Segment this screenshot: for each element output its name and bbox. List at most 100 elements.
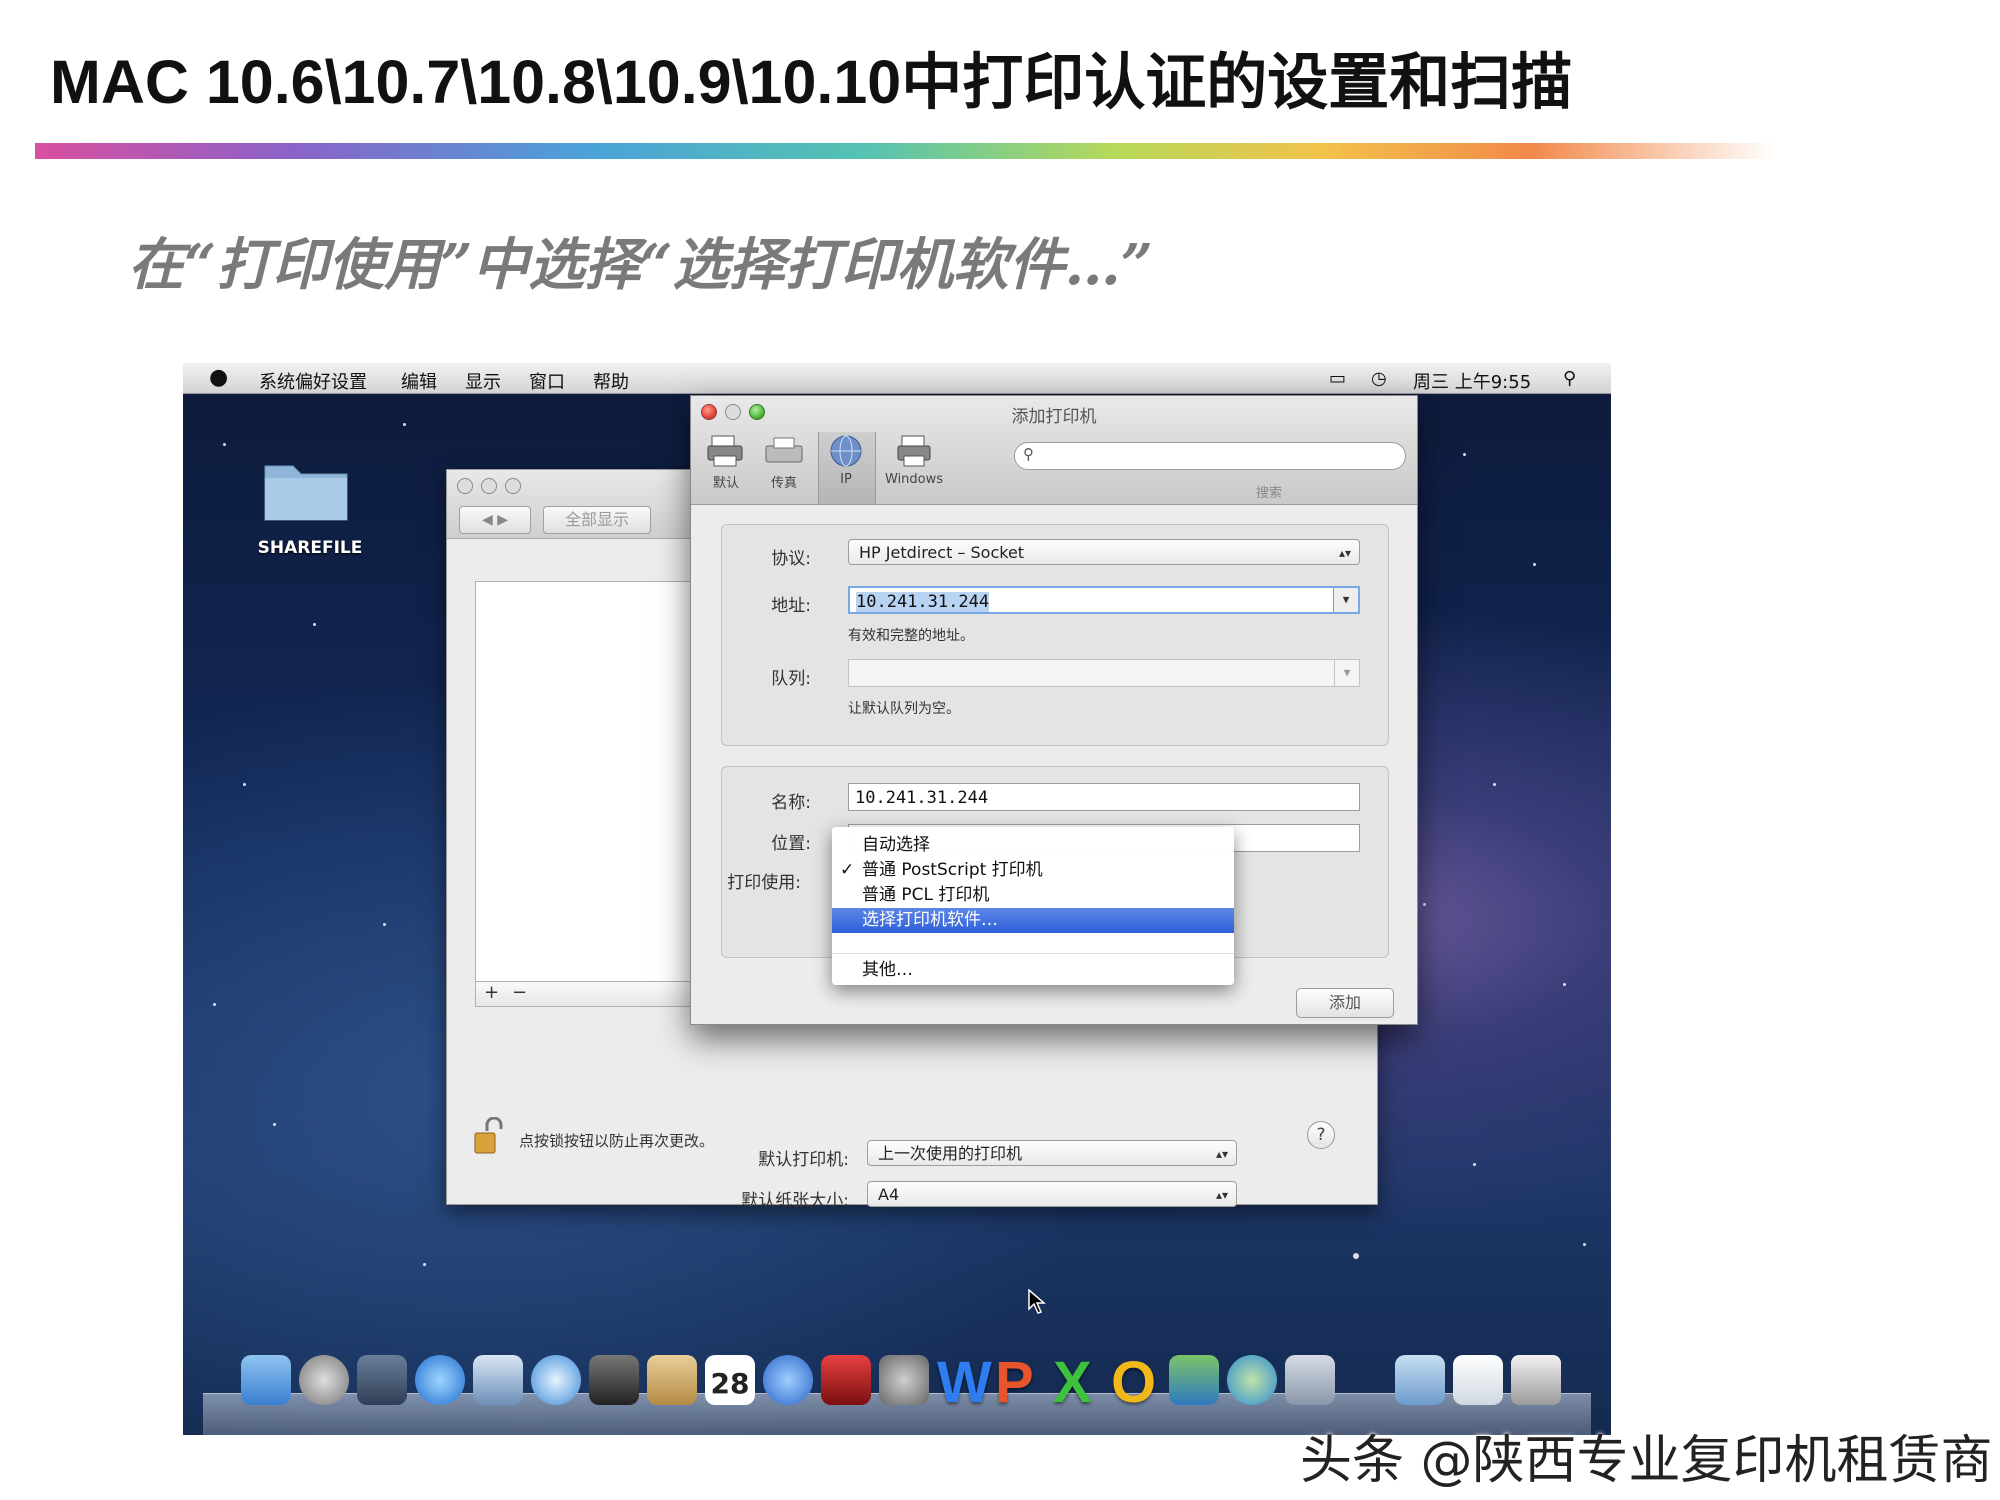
preview-icon[interactable]	[473, 1355, 523, 1405]
mission-control-icon[interactable]	[357, 1355, 407, 1405]
queue-history-button[interactable]: ▼	[1334, 660, 1359, 686]
name-field[interactable]: 10.241.31.244	[848, 783, 1360, 811]
menu-edit[interactable]: 编辑	[401, 368, 437, 394]
checkmark-icon: ✓	[840, 860, 855, 880]
powerpoint-icon[interactable]: P	[995, 1349, 1034, 1416]
apple-menu-icon[interactable]: ●	[209, 365, 228, 390]
slide-title: MAC 10.6\10.7\10.8\10.9\10.10中打印认证的设置和扫描	[50, 48, 1573, 116]
watermark: 头条 @陕西专业复印机租赁商	[1300, 1431, 1993, 1491]
remove-printer-button[interactable]: −	[512, 982, 527, 1003]
time-machine-icon[interactable]: ◷	[1371, 368, 1387, 389]
lock-text: 点按锁按钮以防止再次更改。	[519, 1132, 715, 1150]
protocol-value: HP Jetdirect – Socket	[859, 543, 1025, 562]
address-history-button[interactable]: ▼	[1333, 588, 1358, 612]
close-button[interactable]	[701, 404, 717, 420]
messenger-icon[interactable]	[1169, 1355, 1219, 1405]
queue-field[interactable]: ▼	[848, 659, 1360, 687]
menu-window[interactable]: 窗口	[529, 368, 565, 394]
updown-arrows-icon: ▴▾	[1215, 1188, 1228, 1202]
protocol-label: 协议:	[771, 549, 811, 569]
protocol-popup[interactable]: HP Jetdirect – Socket ▴▾	[848, 539, 1360, 565]
globe-icon	[830, 435, 862, 467]
menu-bar: ● 系统偏好设置 编辑 显示 窗口 帮助 ▭ ◷ 周三 上午9:55 ⚲	[183, 363, 1611, 394]
printer-icon	[707, 435, 743, 467]
address-hint: 有效和完整的地址。	[848, 628, 974, 644]
dialog-toolbar: 添加打印机 默认 传真 IP Windows ⚲ 搜索	[691, 396, 1417, 505]
toolbar-ip-label: IP	[840, 472, 852, 487]
toolbar-windows-label: Windows	[884, 472, 944, 487]
menu-help[interactable]: 帮助	[593, 368, 629, 394]
add-printer-button[interactable]: +	[484, 982, 499, 1003]
outlook-icon[interactable]: O	[1111, 1349, 1156, 1416]
search-label: 搜索	[1255, 486, 1282, 501]
trash-icon[interactable]	[1511, 1355, 1561, 1405]
toolbar-fax-button[interactable]: 传真	[759, 434, 809, 491]
toolbar-ip-button[interactable]: IP	[821, 434, 871, 487]
menu-option-select-software[interactable]: 选择打印机软件…	[832, 908, 1234, 933]
itunes-icon[interactable]	[763, 1355, 813, 1405]
windows-printer-icon	[897, 435, 931, 467]
launchpad-icon[interactable]	[299, 1355, 349, 1405]
help-button[interactable]: ?	[1307, 1121, 1335, 1149]
excel-icon[interactable]: X	[1053, 1349, 1092, 1416]
lock-icon[interactable]	[473, 1117, 505, 1155]
zoom-button[interactable]	[749, 404, 765, 420]
back-forward-buttons[interactable]: ◀ ▶	[459, 506, 531, 534]
slide-subtitle: 在“打印使用”中选择“选择打印机软件…”	[128, 232, 1153, 298]
minimize-button[interactable]	[481, 478, 497, 494]
display-icon[interactable]: ▭	[1329, 368, 1346, 389]
folder-icon[interactable]	[261, 456, 351, 524]
menu-option-auto[interactable]: 自动选择	[832, 833, 1234, 858]
menu-separator	[832, 953, 1234, 954]
dialog-title: 添加打印机	[1011, 407, 1097, 427]
address-label: 地址:	[771, 596, 811, 616]
queue-label: 队列:	[771, 669, 811, 689]
use-label: 打印使用:	[727, 873, 801, 893]
rainbow-divider	[35, 143, 1775, 159]
toolbar-default-label: 默认	[712, 476, 739, 491]
menu-clock[interactable]: 周三 上午9:55	[1413, 368, 1531, 394]
toolbar-default-button[interactable]: 默认	[701, 434, 751, 491]
finder-icon[interactable]	[241, 1355, 291, 1405]
photo-booth-icon[interactable]	[821, 1355, 871, 1405]
download-icon[interactable]	[1227, 1355, 1277, 1405]
menu-view[interactable]: 显示	[465, 368, 501, 394]
mac-screenshot: ● 系统偏好设置 编辑 显示 窗口 帮助 ▭ ◷ 周三 上午9:55 ⚲ SHA…	[183, 363, 1611, 1435]
facetime-icon[interactable]	[589, 1355, 639, 1405]
close-button[interactable]	[457, 478, 473, 494]
menu-option-other[interactable]: 其他…	[832, 958, 1234, 983]
name-value: 10.241.31.244	[855, 788, 989, 808]
menu-option-pcl[interactable]: 普通 PCL 打印机	[832, 883, 1234, 908]
add-printer-dialog: 添加打印机 默认 传真 IP Windows ⚲ 搜索 协议: HP Jetdi…	[690, 395, 1418, 1025]
search-icon: ⚲	[1023, 445, 1034, 463]
toolbar-windows-button[interactable]: Windows	[879, 434, 949, 487]
applications-folder-icon[interactable]	[1395, 1355, 1445, 1405]
word-icon[interactable]: W	[937, 1349, 992, 1416]
show-all-button[interactable]: 全部显示	[543, 506, 651, 534]
documents-icon[interactable]	[1453, 1355, 1503, 1405]
menu-option-postscript[interactable]: ✓ 普通 PostScript 打印机	[832, 858, 1234, 883]
app-store-icon[interactable]	[415, 1355, 465, 1405]
zoom-button[interactable]	[505, 478, 521, 494]
spotlight-icon[interactable]: ⚲	[1563, 368, 1576, 389]
queue-hint: 让默认队列为空。	[848, 701, 960, 717]
address-field[interactable]: 10.241.31.244 ▼	[848, 586, 1360, 614]
default-printer-popup[interactable]: 上一次使用的打印机 ▴▾	[867, 1140, 1237, 1166]
contacts-icon[interactable]	[647, 1355, 697, 1405]
default-paper-popup[interactable]: A4 ▴▾	[867, 1181, 1237, 1207]
default-paper-value: A4	[878, 1185, 900, 1204]
address-value: 10.241.31.244	[856, 592, 990, 612]
menu-option-postscript-label: 普通 PostScript 打印机	[862, 860, 1043, 880]
calendar-icon[interactable]: 28	[705, 1355, 755, 1405]
updown-arrows-icon: ▴▾	[1215, 1147, 1228, 1161]
network-icon[interactable]	[1285, 1355, 1335, 1405]
search-input[interactable]: ⚲	[1014, 442, 1406, 470]
minimize-button[interactable]	[725, 404, 741, 420]
add-button[interactable]: 添加	[1296, 988, 1394, 1018]
mouse-cursor-icon	[1028, 1289, 1046, 1314]
system-preferences-icon[interactable]	[879, 1355, 929, 1405]
safari-icon[interactable]	[531, 1355, 581, 1405]
menu-system-prefs[interactable]: 系统偏好设置	[259, 368, 367, 394]
updown-arrows-icon: ▴▾	[1338, 546, 1351, 560]
folder-label[interactable]: SHAREFILE	[245, 538, 375, 558]
